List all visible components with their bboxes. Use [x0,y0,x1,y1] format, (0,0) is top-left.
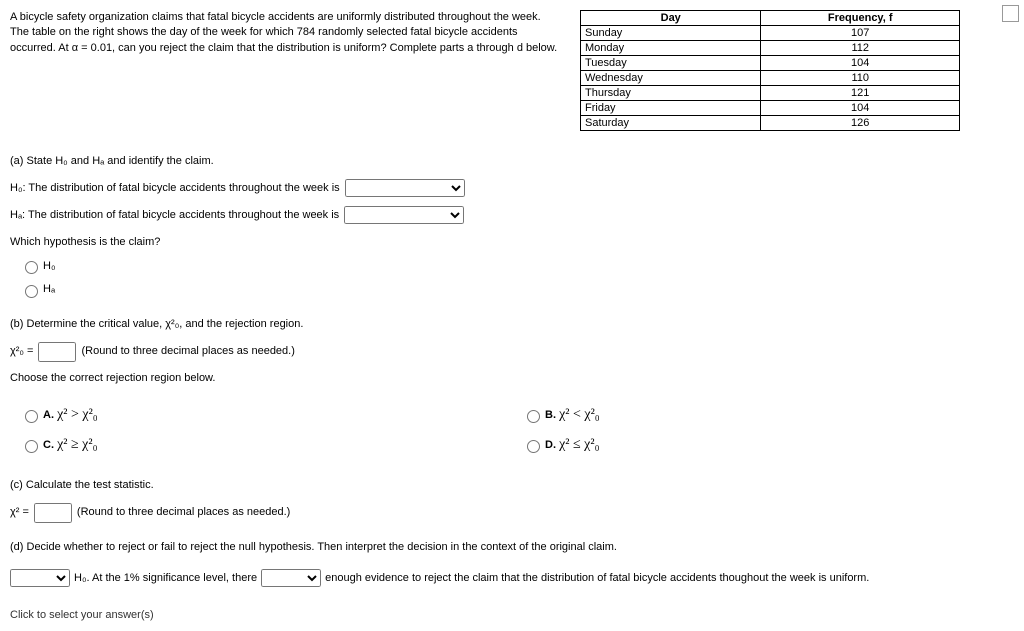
region-b-label[interactable]: B. χ² < χ²₀ [522,409,600,421]
which-claim-label: Which hypothesis is the claim? [10,232,1014,253]
table-cell-freq: 121 [761,86,960,101]
region-c-label[interactable]: C. χ² ≥ χ²₀ [20,439,97,451]
radio-region-b[interactable] [527,410,540,423]
table-row: Saturday126 [581,116,960,131]
table-header-freq: Frequency, f [761,11,960,26]
table-cell-freq: 112 [761,41,960,56]
cutoff-text: Click to select your answer(s) [10,609,1014,621]
table-cell-day: Thursday [581,86,761,101]
popout-icon[interactable] [1002,5,1019,22]
problem-header: A bicycle safety organization claims tha… [10,10,1014,131]
table-row: Tuesday104 [581,56,960,71]
table-cell-freq: 126 [761,116,960,131]
decision-select-1[interactable] [10,569,70,587]
table-cell-freq: 107 [761,26,960,41]
radio-region-c[interactable] [25,440,38,453]
part-d-title: (d) Decide whether to reject or fail to … [10,537,1014,558]
radio-h0[interactable] [25,261,38,274]
table-cell-day: Wednesday [581,71,761,86]
decision-select-2[interactable] [261,569,321,587]
table-cell-day: Sunday [581,26,761,41]
table-row: Monday112 [581,41,960,56]
region-a-label[interactable]: A. χ² > χ²₀ [20,409,98,421]
radio-h0-label[interactable]: H₀ [20,260,56,272]
chi-label: χ² = [10,502,29,523]
h0-label: H₀: The distribution of fatal bicycle ac… [10,178,340,199]
part-b-title: (b) Determine the critical value, χ²₀, a… [10,314,1014,335]
part-d: (d) Decide whether to reject or fail to … [10,537,1014,589]
table-cell-freq: 104 [761,101,960,116]
chi0-label: χ²₀ = [10,341,33,362]
part-b: (b) Determine the critical value, χ²₀, a… [10,314,1014,461]
table-header-day: Day [581,11,761,26]
table-row: Wednesday110 [581,71,960,86]
chi-input[interactable] [34,503,72,523]
chi0-input[interactable] [38,342,76,362]
part-c-title: (c) Calculate the test statistic. [10,475,1014,496]
table-cell-day: Friday [581,101,761,116]
table-cell-freq: 104 [761,56,960,71]
part-a: (a) State H₀ and Hₐ and identify the cla… [10,151,1014,300]
region-d-label[interactable]: D. χ² ≤ χ²₀ [522,439,599,451]
radio-region-d[interactable] [527,440,540,453]
radio-region-a[interactable] [25,410,38,423]
table-cell-freq: 110 [761,71,960,86]
frequency-table: Day Frequency, f Sunday107Monday112Tuesd… [580,10,960,131]
table-row: Sunday107 [581,26,960,41]
table-cell-day: Tuesday [581,56,761,71]
round-note-c: (Round to three decimal places as needed… [77,502,290,523]
choose-region-label: Choose the correct rejection region belo… [10,368,1014,389]
table-cell-day: Saturday [581,116,761,131]
d-text2: enough evidence to reject the claim that… [325,568,869,589]
ha-select[interactable] [344,206,464,224]
d-text1: H₀. At the 1% significance level, there [74,568,257,589]
radio-ha[interactable] [25,285,38,298]
table-row: Friday104 [581,101,960,116]
problem-statement: A bicycle safety organization claims tha… [10,10,560,131]
table-cell-day: Monday [581,41,761,56]
radio-ha-label[interactable]: Hₐ [20,283,55,295]
part-a-title: (a) State H₀ and Hₐ and identify the cla… [10,151,1014,172]
table-row: Thursday121 [581,86,960,101]
ha-label: Hₐ: The distribution of fatal bicycle ac… [10,205,339,226]
h0-select[interactable] [345,179,465,197]
part-c: (c) Calculate the test statistic. χ² = (… [10,475,1014,523]
round-note-b: (Round to three decimal places as needed… [81,341,294,362]
